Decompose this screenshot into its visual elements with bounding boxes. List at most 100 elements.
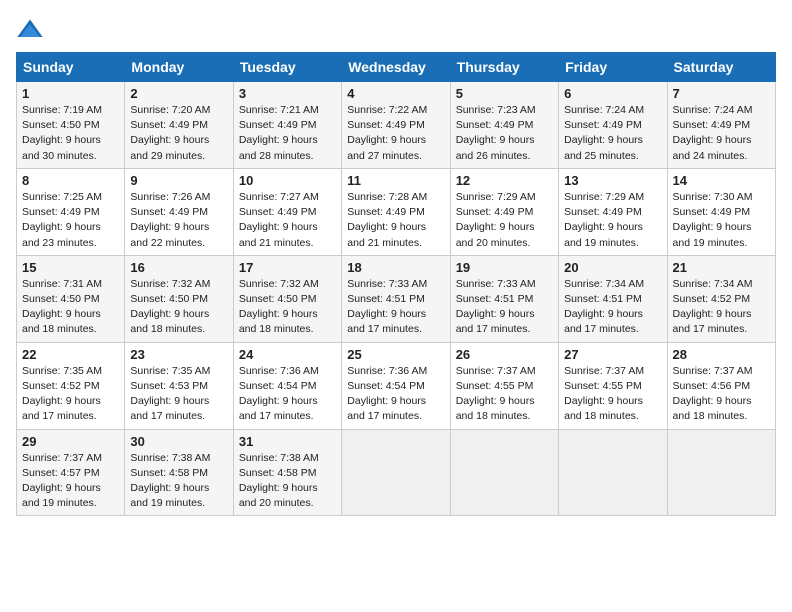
calendar-cell: 27 Sunrise: 7:37 AMSunset: 4:55 PMDayligh… [559, 342, 667, 429]
day-number: 31 [239, 434, 336, 449]
day-info: Sunrise: 7:21 AMSunset: 4:49 PMDaylight:… [239, 104, 319, 162]
calendar-cell: 26 Sunrise: 7:37 AMSunset: 4:55 PMDayligh… [450, 342, 558, 429]
header-wednesday: Wednesday [342, 53, 450, 82]
day-info: Sunrise: 7:37 AMSunset: 4:55 PMDaylight:… [456, 365, 536, 423]
calendar-cell [342, 429, 450, 516]
day-number: 10 [239, 173, 336, 188]
calendar-cell: 30 Sunrise: 7:38 AMSunset: 4:58 PMDayligh… [125, 429, 233, 516]
day-number: 12 [456, 173, 553, 188]
day-number: 22 [22, 347, 119, 362]
calendar-cell: 3 Sunrise: 7:21 AMSunset: 4:49 PMDaylight… [233, 82, 341, 169]
day-info: Sunrise: 7:29 AMSunset: 4:49 PMDaylight:… [564, 191, 644, 249]
day-info: Sunrise: 7:24 AMSunset: 4:49 PMDaylight:… [564, 104, 644, 162]
day-number: 15 [22, 260, 119, 275]
day-number: 24 [239, 347, 336, 362]
day-number: 27 [564, 347, 661, 362]
day-number: 30 [130, 434, 227, 449]
calendar-cell: 10Sunrise: 7:27 AMSunset: 4:49 PMDayligh… [233, 168, 341, 255]
day-number: 2 [130, 86, 227, 101]
day-info: Sunrise: 7:38 AMSunset: 4:58 PMDaylight:… [239, 452, 319, 510]
calendar-cell: 12 Sunrise: 7:29 AMSunset: 4:49 PMDayligh… [450, 168, 558, 255]
day-info: Sunrise: 7:30 AMSunset: 4:49 PMDaylight:… [673, 191, 753, 249]
calendar-week-row: 29 Sunrise: 7:37 AMSunset: 4:57 PMDayligh… [17, 429, 776, 516]
calendar-cell [450, 429, 558, 516]
day-info: Sunrise: 7:24 AMSunset: 4:49 PMDaylight:… [673, 104, 753, 162]
calendar-week-row: 1Sunrise: 7:19 AMSunset: 4:50 PMDaylight… [17, 82, 776, 169]
calendar-cell [559, 429, 667, 516]
calendar-header-row: SundayMondayTuesdayWednesdayThursdayFrid… [17, 53, 776, 82]
day-number: 7 [673, 86, 770, 101]
calendar-cell [667, 429, 775, 516]
page-header [16, 16, 776, 44]
calendar-cell: 8 Sunrise: 7:25 AMSunset: 4:49 PMDaylight… [17, 168, 125, 255]
calendar-cell: 29 Sunrise: 7:37 AMSunset: 4:57 PMDayligh… [17, 429, 125, 516]
logo-icon [16, 16, 44, 44]
day-info: Sunrise: 7:34 AMSunset: 4:51 PMDaylight:… [564, 278, 644, 336]
header-saturday: Saturday [667, 53, 775, 82]
day-info: Sunrise: 7:32 AMSunset: 4:50 PMDaylight:… [239, 278, 319, 336]
day-number: 13 [564, 173, 661, 188]
day-info: Sunrise: 7:38 AMSunset: 4:58 PMDaylight:… [130, 452, 210, 510]
calendar-cell: 20 Sunrise: 7:34 AMSunset: 4:51 PMDayligh… [559, 255, 667, 342]
calendar-week-row: 22 Sunrise: 7:35 AMSunset: 4:52 PMDayligh… [17, 342, 776, 429]
day-info: Sunrise: 7:23 AMSunset: 4:49 PMDaylight:… [456, 104, 536, 162]
day-number: 20 [564, 260, 661, 275]
day-info: Sunrise: 7:25 AMSunset: 4:49 PMDaylight:… [22, 191, 102, 249]
calendar-cell: 6 Sunrise: 7:24 AMSunset: 4:49 PMDaylight… [559, 82, 667, 169]
day-info: Sunrise: 7:29 AMSunset: 4:49 PMDaylight:… [456, 191, 536, 249]
calendar-cell: 19 Sunrise: 7:33 AMSunset: 4:51 PMDayligh… [450, 255, 558, 342]
day-number: 19 [456, 260, 553, 275]
day-number: 3 [239, 86, 336, 101]
day-info: Sunrise: 7:37 AMSunset: 4:56 PMDaylight:… [673, 365, 753, 423]
calendar-cell: 5 Sunrise: 7:23 AMSunset: 4:49 PMDaylight… [450, 82, 558, 169]
calendar-week-row: 8 Sunrise: 7:25 AMSunset: 4:49 PMDaylight… [17, 168, 776, 255]
day-number: 17 [239, 260, 336, 275]
day-number: 18 [347, 260, 444, 275]
calendar-cell: 22 Sunrise: 7:35 AMSunset: 4:52 PMDayligh… [17, 342, 125, 429]
calendar-cell: 31 Sunrise: 7:38 AMSunset: 4:58 PMDayligh… [233, 429, 341, 516]
calendar-cell: 7 Sunrise: 7:24 AMSunset: 4:49 PMDaylight… [667, 82, 775, 169]
day-info: Sunrise: 7:33 AMSunset: 4:51 PMDaylight:… [456, 278, 536, 336]
calendar-cell: 1Sunrise: 7:19 AMSunset: 4:50 PMDaylight… [17, 82, 125, 169]
day-info: Sunrise: 7:28 AMSunset: 4:49 PMDaylight:… [347, 191, 427, 249]
calendar-cell: 23Sunrise: 7:35 AMSunset: 4:53 PMDayligh… [125, 342, 233, 429]
day-number: 21 [673, 260, 770, 275]
day-number: 14 [673, 173, 770, 188]
calendar-cell: 4Sunrise: 7:22 AMSunset: 4:49 PMDaylight… [342, 82, 450, 169]
day-info: Sunrise: 7:20 AMSunset: 4:49 PMDaylight:… [130, 104, 210, 162]
calendar-cell: 28 Sunrise: 7:37 AMSunset: 4:56 PMDayligh… [667, 342, 775, 429]
calendar-cell: 14 Sunrise: 7:30 AMSunset: 4:49 PMDayligh… [667, 168, 775, 255]
calendar-cell: 11 Sunrise: 7:28 AMSunset: 4:49 PMDayligh… [342, 168, 450, 255]
day-info: Sunrise: 7:36 AMSunset: 4:54 PMDaylight:… [347, 365, 427, 423]
calendar-cell: 16 Sunrise: 7:32 AMSunset: 4:50 PMDayligh… [125, 255, 233, 342]
day-number: 6 [564, 86, 661, 101]
day-number: 5 [456, 86, 553, 101]
calendar-cell: 9 Sunrise: 7:26 AMSunset: 4:49 PMDaylight… [125, 168, 233, 255]
day-number: 26 [456, 347, 553, 362]
calendar-cell: 25Sunrise: 7:36 AMSunset: 4:54 PMDayligh… [342, 342, 450, 429]
day-info: Sunrise: 7:22 AMSunset: 4:49 PMDaylight:… [347, 104, 427, 162]
calendar-cell: 15Sunrise: 7:31 AMSunset: 4:50 PMDayligh… [17, 255, 125, 342]
header-tuesday: Tuesday [233, 53, 341, 82]
calendar-cell: 18 Sunrise: 7:33 AMSunset: 4:51 PMDayligh… [342, 255, 450, 342]
header-sunday: Sunday [17, 53, 125, 82]
calendar-cell: 13 Sunrise: 7:29 AMSunset: 4:49 PMDayligh… [559, 168, 667, 255]
day-number: 9 [130, 173, 227, 188]
day-number: 11 [347, 173, 444, 188]
day-number: 29 [22, 434, 119, 449]
day-info: Sunrise: 7:37 AMSunset: 4:55 PMDaylight:… [564, 365, 644, 423]
day-number: 8 [22, 173, 119, 188]
day-info: Sunrise: 7:37 AMSunset: 4:57 PMDaylight:… [22, 452, 102, 510]
day-info: Sunrise: 7:33 AMSunset: 4:51 PMDaylight:… [347, 278, 427, 336]
day-number: 16 [130, 260, 227, 275]
day-info: Sunrise: 7:34 AMSunset: 4:52 PMDaylight:… [673, 278, 753, 336]
day-number: 28 [673, 347, 770, 362]
calendar-cell: 24 Sunrise: 7:36 AMSunset: 4:54 PMDayligh… [233, 342, 341, 429]
day-info: Sunrise: 7:26 AMSunset: 4:49 PMDaylight:… [130, 191, 210, 249]
calendar-cell: 21 Sunrise: 7:34 AMSunset: 4:52 PMDayligh… [667, 255, 775, 342]
calendar-cell: 2 Sunrise: 7:20 AMSunset: 4:49 PMDaylight… [125, 82, 233, 169]
day-info: Sunrise: 7:19 AMSunset: 4:50 PMDaylight:… [22, 104, 102, 162]
day-info: Sunrise: 7:32 AMSunset: 4:50 PMDaylight:… [130, 278, 210, 336]
day-info: Sunrise: 7:35 AMSunset: 4:52 PMDaylight:… [22, 365, 102, 423]
day-info: Sunrise: 7:36 AMSunset: 4:54 PMDaylight:… [239, 365, 319, 423]
